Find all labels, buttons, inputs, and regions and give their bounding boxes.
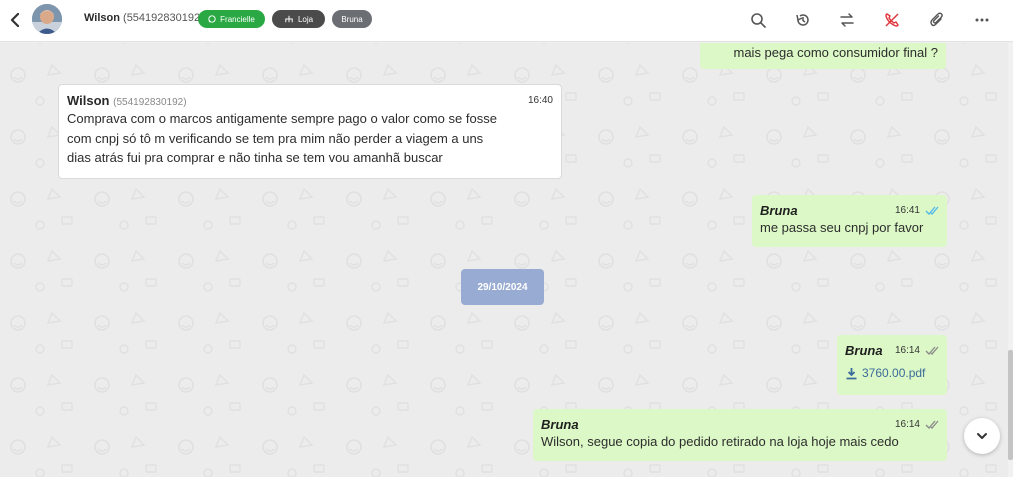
- tag-bruna[interactable]: Bruna: [332, 10, 372, 28]
- contact-title: Wilson (554192830192): [84, 12, 204, 24]
- sender-name: Bruna: [760, 203, 798, 218]
- sitemap-icon: [285, 15, 293, 23]
- message-time: 16:14: [894, 345, 920, 356]
- message-text: Comprava com o marcos antigamente sempre…: [67, 109, 553, 168]
- sender-number: (554192830192): [113, 97, 187, 108]
- tag-label: Loja: [297, 14, 314, 24]
- more-icon: [975, 18, 989, 22]
- attachment-link[interactable]: 3760.00.pdf: [845, 366, 939, 380]
- message-time: 16:41: [894, 205, 920, 216]
- message-bubble-attachment[interactable]: Bruna 16:14 3760.00.pdf: [837, 335, 947, 395]
- tag-loja[interactable]: Loja: [272, 10, 325, 28]
- history-icon: [796, 14, 809, 26]
- whatsapp-icon: [208, 15, 216, 23]
- transfer-button[interactable]: [837, 10, 857, 30]
- sender-name: Bruna: [541, 417, 579, 432]
- scroll-to-bottom-button[interactable]: [964, 418, 1000, 454]
- hangup-icon: [885, 13, 899, 27]
- chevron-down-icon: [977, 433, 987, 439]
- message-line: com cnpj só tô m verificando se tem pra …: [67, 130, 484, 146]
- message-text: me passa seu cnpj por favor: [760, 220, 924, 235]
- message-bubble-outgoing[interactable]: Bruna 16:14 Wilson, segue copia do pedid…: [533, 409, 947, 461]
- back-button[interactable]: [6, 9, 24, 31]
- message-header: Bruna 16:14: [845, 343, 939, 358]
- tag-label: Bruna: [341, 14, 363, 24]
- message-bubble-outgoing[interactable]: mais pega como consumidor final ?: [700, 43, 946, 69]
- sender-name: Bruna: [845, 343, 883, 358]
- chat-area[interactable]: mais pega como consumidor final ? Wilson…: [0, 43, 1008, 477]
- message-header: Wilson (554192830192) 16:40: [67, 93, 553, 108]
- double-check-read-icon: [925, 206, 939, 215]
- message-text: mais pega como consumidor final ?: [733, 45, 939, 60]
- message-time: 16:14: [894, 419, 920, 430]
- attach-button[interactable]: [927, 10, 947, 30]
- double-check-icon: [925, 346, 939, 355]
- message-time: 16:40: [527, 95, 553, 106]
- message-header: Bruna 16:14: [541, 417, 939, 432]
- tag-label: Francielle: [220, 14, 255, 24]
- chevron-left-icon: [10, 13, 20, 27]
- sender-name: Wilson: [67, 93, 110, 108]
- chat-header: Wilson (554192830192) Francielle Loja Br…: [0, 0, 1013, 42]
- hangup-button[interactable]: [882, 10, 902, 30]
- search-icon: [751, 13, 766, 28]
- avatar-photo: [32, 4, 62, 34]
- date-separator: 29/10/2024: [461, 269, 544, 305]
- message-header: Bruna 16:41: [760, 203, 939, 218]
- message-bubble-incoming[interactable]: Wilson (554192830192) 16:40 Comprava com…: [58, 84, 562, 179]
- contact-name: Wilson: [84, 12, 120, 24]
- message-text: Wilson, segue copia do pedido retirado n…: [541, 434, 899, 449]
- download-icon: [846, 367, 857, 379]
- attachment-filename: 3760.00.pdf: [862, 366, 926, 380]
- avatar[interactable]: [32, 4, 62, 34]
- tag-francielle[interactable]: Francielle: [198, 10, 265, 28]
- scrollbar-thumb[interactable]: [1008, 350, 1013, 460]
- message-line: dias atrás fui pra comprar e não tinha s…: [67, 150, 443, 165]
- history-button[interactable]: [793, 10, 813, 30]
- more-button[interactable]: [972, 10, 992, 30]
- contact-number: (554192830192): [123, 12, 204, 24]
- attach-icon: [930, 12, 943, 27]
- message-bubble-outgoing[interactable]: Bruna 16:41 me passa seu cnpj por favor: [752, 195, 947, 247]
- message-line: Comprava com o marcos antigamente sempre…: [67, 111, 497, 126]
- transfer-icon: [840, 13, 854, 27]
- double-check-icon: [925, 420, 939, 429]
- search-button[interactable]: [748, 10, 768, 30]
